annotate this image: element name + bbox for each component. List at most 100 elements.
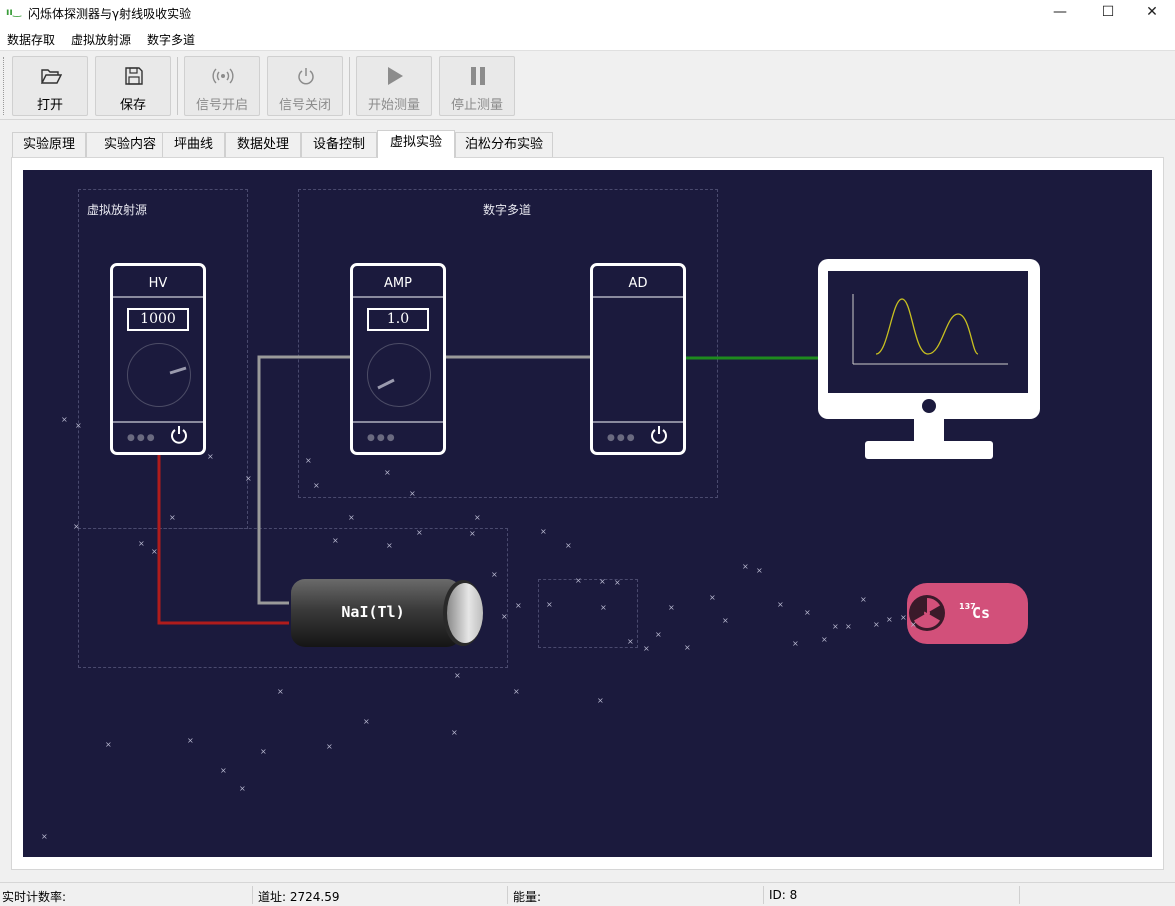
folder-open-icon (40, 69, 62, 84)
knob-pointer-icon (377, 378, 395, 390)
particle: × (777, 600, 784, 609)
ad-module[interactable]: AD ●●● (590, 263, 686, 455)
amp-module[interactable]: AMP 1.0 ●●● (350, 263, 446, 455)
particle: × (491, 570, 498, 579)
hv-label: HV (148, 276, 168, 291)
particle: × (599, 577, 606, 586)
toolbar-separator (177, 57, 178, 115)
particle: × (169, 513, 176, 522)
save-button[interactable]: 保存 (95, 56, 171, 116)
tab-principle[interactable]: 实验原理 (12, 132, 86, 157)
close-button[interactable]: ✕ (1129, 0, 1175, 27)
particle: × (597, 696, 604, 705)
signal-on-button[interactable]: 信号开启 (184, 56, 260, 116)
menu-data-io[interactable]: 数据存取 (7, 31, 55, 48)
stop-measure-button[interactable]: 停止测量 (439, 56, 515, 116)
particle: × (600, 603, 607, 612)
tab-content[interactable]: 实验内容 (86, 132, 174, 157)
particle: × (239, 784, 246, 793)
toolbar: 打开 保存 信号开启 信号关闭 开始测量 停止测量 (0, 50, 1175, 120)
tab-virtual-experiment[interactable]: 虚拟实验 (377, 130, 455, 158)
menu-virtual-source[interactable]: 虚拟放射源 (71, 31, 131, 48)
virtual-experiment-canvas[interactable]: 虚拟放射源 数字多道 HV 1000 ●●● AMP 1.0 ●●● AD ●● (23, 170, 1152, 857)
broadcast-icon (212, 68, 234, 84)
isotope-element: Cs (972, 604, 991, 622)
tab-data-processing[interactable]: 数据处理 (225, 132, 301, 157)
particle: × (187, 736, 194, 745)
particle: × (416, 528, 423, 537)
particle: × (245, 474, 252, 483)
particle: × (565, 541, 572, 550)
computer-monitor-icon[interactable] (818, 259, 1042, 461)
channel-status: 道址: 2724.59 (258, 890, 340, 904)
particle: × (75, 421, 82, 430)
indicator-dots: ●●● (127, 433, 157, 443)
particle: × (792, 639, 799, 648)
particle: × (73, 522, 80, 531)
particle: × (614, 578, 621, 587)
detector-label: NaI(Tl) (341, 603, 405, 621)
title-bar: ıı‿ 闪烁体探测器与γ射线吸收实验 — ☐ ✕ (0, 0, 1175, 27)
app-icon: ıı‿ (6, 7, 22, 18)
particle: × (363, 717, 370, 726)
particle: × (469, 529, 476, 538)
maximize-button[interactable]: ☐ (1085, 0, 1131, 27)
hv-power-icon[interactable] (169, 425, 189, 445)
count-rate-status: 实时计数率: (2, 890, 67, 904)
toolbar-grip[interactable] (3, 57, 6, 115)
menu-bar: 数据存取 虚拟放射源 数字多道 (0, 27, 1175, 50)
divider (593, 421, 683, 423)
divider (113, 296, 203, 298)
particle: × (313, 481, 320, 490)
hv-module[interactable]: HV 1000 ●●● (110, 263, 206, 455)
amp-knob[interactable] (367, 343, 431, 407)
divider (353, 421, 443, 423)
menu-digital-mca[interactable]: 数字多道 (147, 31, 195, 48)
open-button[interactable]: 打开 (12, 56, 88, 116)
particle: × (61, 415, 68, 424)
knob-pointer-icon (169, 366, 187, 375)
particle: × (515, 601, 522, 610)
power-icon (298, 68, 314, 85)
status-divider (763, 886, 764, 904)
minimize-button[interactable]: — (1037, 0, 1083, 27)
particle: × (643, 644, 650, 653)
particle: × (220, 766, 227, 775)
tab-plateau[interactable]: 坪曲线 (162, 132, 225, 157)
particle: × (277, 687, 284, 696)
particle: × (105, 740, 112, 749)
ad-label: AD (628, 276, 648, 291)
signal-cable (257, 355, 353, 605)
signal-off-button[interactable]: 信号关闭 (267, 56, 343, 116)
particle: × (501, 612, 508, 621)
particle: × (138, 539, 145, 548)
cs137-source[interactable]: 137 Cs (907, 583, 1028, 644)
id-status: ID: 8 (769, 888, 798, 902)
hv-knob[interactable] (127, 343, 191, 407)
particle: × (451, 728, 458, 737)
status-divider (252, 886, 253, 904)
hv-value-display[interactable]: 1000 (127, 308, 189, 331)
particle: × (742, 562, 749, 571)
particle: × (860, 595, 867, 604)
ad-power-icon[interactable] (649, 425, 669, 445)
start-measure-button[interactable]: 开始测量 (356, 56, 432, 116)
amp-value-display[interactable]: 1.0 (367, 308, 429, 331)
tab-device-control[interactable]: 设备控制 (301, 132, 377, 157)
particle: × (326, 742, 333, 751)
particle: × (821, 635, 828, 644)
particle: × (668, 603, 675, 612)
particle: × (684, 643, 691, 652)
play-icon (388, 67, 403, 85)
toolbar-separator (349, 57, 350, 115)
particle: × (41, 832, 48, 841)
pause-icon (471, 67, 485, 85)
particle: × (540, 527, 547, 536)
particle: × (722, 616, 729, 625)
particle: × (409, 489, 416, 498)
particle: × (474, 513, 481, 522)
tab-poisson[interactable]: 泊松分布实验 (455, 132, 553, 157)
status-divider (1019, 886, 1020, 904)
amp-label: AMP (384, 276, 412, 291)
particle: × (804, 608, 811, 617)
